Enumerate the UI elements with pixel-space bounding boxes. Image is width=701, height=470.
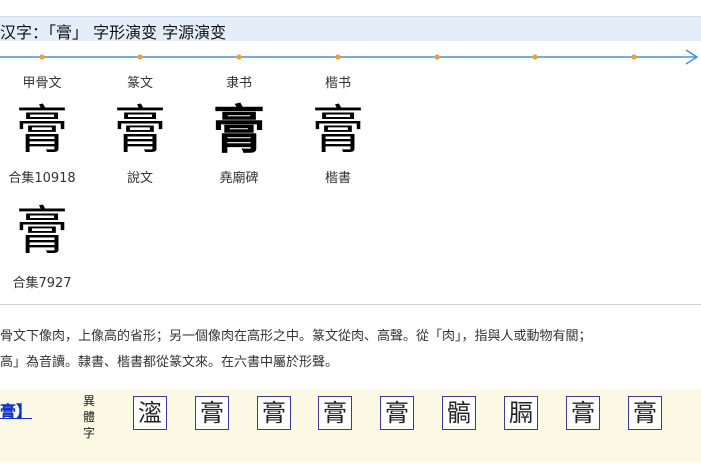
variant-char[interactable]: 膏 <box>195 396 229 430</box>
evolution-regular: 楷书 膏 楷書 <box>298 72 378 186</box>
source-label: 合集10918 <box>8 171 76 186</box>
variant-char[interactable]: 膏 <box>628 396 662 430</box>
variant-char[interactable]: 膏 <box>380 396 414 430</box>
evolution-oracle-alt: 膏 合集7927 <box>2 196 82 291</box>
variant-char[interactable]: 髇 <box>442 396 476 430</box>
variants-label: 異 體 字 <box>82 394 95 440</box>
variant-link[interactable]: 膏】 <box>0 398 32 422</box>
source-label: 說文 <box>126 171 153 186</box>
etymology-description: 骨文下像肉，上像高的省形；另一個像肉在高形之中。篆文從肉、高聲。從「肉」，指與人… <box>0 324 701 376</box>
description-line: 骨文下像肉，上像高的省形；另一個像肉在高形之中。篆文從肉、高聲。從「肉」，指與人… <box>0 329 592 344</box>
source-label: 楷書 <box>324 171 351 186</box>
glyph-image: 膏 <box>15 101 68 161</box>
variant-char[interactable]: 㵥 <box>133 396 167 430</box>
variants-panel: 膏】 異 體 字 㵥 膏 膏 膏 膏 髇 膈 膏 膏 <box>0 390 701 462</box>
script-label: 楷书 <box>324 76 351 91</box>
variant-char[interactable]: 膏 <box>257 396 291 430</box>
glyph-image: 膏 <box>212 100 265 161</box>
divider <box>0 304 701 305</box>
script-label: 隶书 <box>225 76 252 91</box>
source-label: 合集7927 <box>12 276 72 291</box>
source-label: 堯廟碑 <box>219 171 259 186</box>
evolution-clerical: 隶书 膏 堯廟碑 <box>199 72 279 186</box>
variant-char[interactable]: 膏 <box>566 396 600 430</box>
evolution-seal: 篆文 膏 說文 <box>100 72 180 186</box>
page-title: 汉字：「膏」 字形演变 字源演变 <box>0 23 227 42</box>
timeline <box>0 42 701 72</box>
timeline-arrow-icon <box>0 49 699 65</box>
glyph-image: 膏 <box>15 202 68 262</box>
title-bar: 汉字：「膏」 字形演变 字源演变 <box>0 16 701 42</box>
variant-char[interactable]: 膈 <box>504 396 538 430</box>
script-label: 甲骨文 <box>22 76 62 91</box>
evolution-oracle: 甲骨文 膏 合集10918 <box>2 72 82 186</box>
glyph-image: 膏 <box>113 101 166 161</box>
variant-char[interactable]: 膏 <box>318 396 352 430</box>
script-label: 篆文 <box>126 76 153 91</box>
description-line: 高」為音讀。隸書、楷書都從篆文來。在六書中屬於形聲。 <box>0 355 339 370</box>
glyph-image: 膏 <box>311 101 364 161</box>
